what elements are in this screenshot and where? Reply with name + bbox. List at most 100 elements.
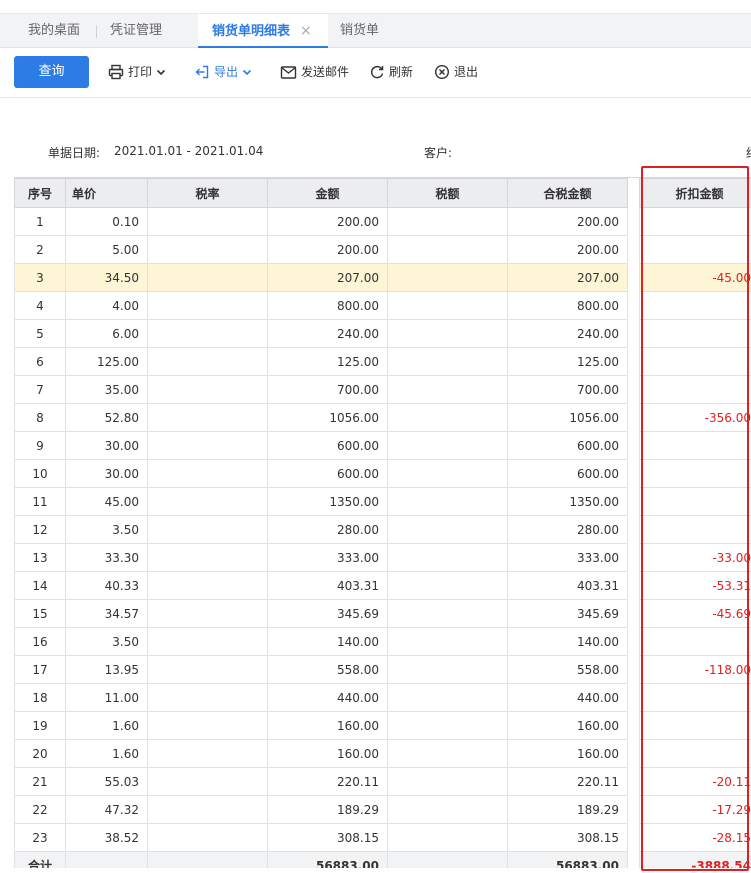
window-top-strip xyxy=(0,0,751,14)
table-row[interactable]: 1 0.10 200.00 200.00 xyxy=(14,207,751,236)
tax-rate-cell xyxy=(147,459,268,488)
exit-button[interactable]: 退出 xyxy=(434,56,478,88)
table-row[interactable]: 20 1.60 160.00 160.00 xyxy=(14,739,751,768)
tax-cell xyxy=(387,487,508,516)
send-email-button[interactable]: 发送邮件 xyxy=(280,56,349,88)
table-row[interactable]: 21 55.03 220.11 220.11 -20.11 xyxy=(14,767,751,796)
send-email-label: 发送邮件 xyxy=(301,65,350,79)
row-index: 6 xyxy=(14,347,66,376)
tax-rate-cell xyxy=(147,655,268,684)
table-row[interactable]: 8 52.80 1056.00 1056.00 -356.00 xyxy=(14,403,751,432)
table-row[interactable]: 9 30.00 600.00 600.00 xyxy=(14,431,751,460)
gap-cell xyxy=(627,235,640,264)
gap-cell xyxy=(627,823,640,852)
export-button[interactable]: 导出 xyxy=(194,56,257,88)
col-header-tax-rate[interactable]: 税率 xyxy=(147,178,268,208)
col-header-tax[interactable]: 税额 xyxy=(387,178,508,208)
tax-cell xyxy=(387,403,508,432)
col-header-total-with-tax[interactable]: 合税金额 xyxy=(507,178,628,208)
amount-cell: 125.00 xyxy=(267,347,388,376)
table-row[interactable]: 3 34.50 207.00 207.00 -45.00 xyxy=(14,263,751,292)
total-with-tax-cell: 240.00 xyxy=(507,319,628,348)
tab-voucher-management[interactable]: 凭证管理 xyxy=(96,14,176,48)
col-header-amount[interactable]: 金额 xyxy=(267,178,388,208)
close-icon[interactable]: × xyxy=(300,14,312,48)
table-row[interactable]: 7 35.00 700.00 700.00 xyxy=(14,375,751,404)
total-with-tax-cell: 1350.00 xyxy=(507,487,628,516)
table-row[interactable]: 22 47.32 189.29 189.29 -17.29 xyxy=(14,795,751,824)
table-row[interactable]: 15 34.57 345.69 345.69 -45.69 xyxy=(14,599,751,628)
total-with-tax-cell: 189.29 xyxy=(507,795,628,824)
gap-cell xyxy=(627,459,640,488)
row-index: 9 xyxy=(14,431,66,460)
chevron-down-icon xyxy=(242,69,252,76)
table-row[interactable]: 2 5.00 200.00 200.00 xyxy=(14,235,751,264)
unit-price-cell: 35.00 xyxy=(65,375,148,404)
table-row[interactable]: 17 13.95 558.00 558.00 -118.00 xyxy=(14,655,751,684)
unit-price-cell: 6.00 xyxy=(65,319,148,348)
unit-price-cell: 0.10 xyxy=(65,207,148,236)
unit-price-cell: 55.03 xyxy=(65,767,148,796)
col-header-discount[interactable]: 折扣金额 xyxy=(639,178,751,208)
table-row[interactable]: 16 3.50 140.00 140.00 xyxy=(14,627,751,656)
total-with-tax-cell: 800.00 xyxy=(507,291,628,320)
row-index: 23 xyxy=(14,823,66,852)
tax-rate-cell xyxy=(147,683,268,712)
refresh-button[interactable]: 刷新 xyxy=(369,56,413,88)
table-row[interactable]: 5 6.00 240.00 240.00 xyxy=(14,319,751,348)
total-with-tax-cell: 700.00 xyxy=(507,375,628,404)
row-index: 2 xyxy=(14,235,66,264)
discount-cell xyxy=(639,235,751,264)
query-button[interactable]: 查询 xyxy=(14,56,89,88)
tax-cell xyxy=(387,739,508,768)
tax-rate-cell xyxy=(147,235,268,264)
tab-sales-detail-label: 销货单明细表 xyxy=(212,24,291,39)
total-with-tax-cell: 308.15 xyxy=(507,823,628,852)
date-range-value[interactable]: 2021.01.01 - 2021.01.04 xyxy=(114,144,263,158)
table-bottom-gap xyxy=(14,868,751,873)
table-body: 1 0.10 200.00 200.00 2 5.00 200.00 200.00 3 34.50… xyxy=(14,207,751,852)
table-row[interactable]: 6 125.00 125.00 125.00 xyxy=(14,347,751,376)
tab-my-desktop[interactable]: 我的桌面 xyxy=(14,14,94,48)
unit-price-cell: 52.80 xyxy=(65,403,148,432)
table-row[interactable]: 23 38.52 308.15 308.15 -28.15 xyxy=(14,823,751,852)
col-header-unit-price[interactable]: 单价 xyxy=(65,178,148,208)
table-row[interactable]: 10 30.00 600.00 600.00 xyxy=(14,459,751,488)
gap-cell xyxy=(627,263,640,292)
amount-cell: 1350.00 xyxy=(267,487,388,516)
table-row[interactable]: 11 45.00 1350.00 1350.00 xyxy=(14,487,751,516)
table-row[interactable]: 14 40.33 403.31 403.31 -53.31 xyxy=(14,571,751,600)
footer-cell xyxy=(147,851,268,868)
filter-bar: 单据日期: 2021.01.01 - 2021.01.04 客户: 结 xyxy=(0,140,751,164)
table-row[interactable]: 13 33.30 333.00 333.00 -33.00 xyxy=(14,543,751,572)
discount-cell: -20.11 xyxy=(639,767,751,796)
table-row[interactable]: 18 11.00 440.00 440.00 xyxy=(14,683,751,712)
footer-total-with-tax: 56883.00 xyxy=(507,851,628,868)
total-with-tax-cell: 200.00 xyxy=(507,235,628,264)
table-row[interactable]: 4 4.00 800.00 800.00 xyxy=(14,291,751,320)
row-index: 3 xyxy=(14,263,66,292)
discount-cell xyxy=(639,431,751,460)
amount-cell: 189.29 xyxy=(267,795,388,824)
tab-sales-detail[interactable]: 销货单明细表 × xyxy=(198,14,328,48)
tax-rate-cell xyxy=(147,599,268,628)
amount-cell: 308.15 xyxy=(267,823,388,852)
total-with-tax-cell: 333.00 xyxy=(507,543,628,572)
print-button[interactable]: 打印 xyxy=(108,56,171,88)
unit-price-cell: 5.00 xyxy=(65,235,148,264)
tab-sales-order[interactable]: 销货单 xyxy=(326,14,393,48)
amount-cell: 558.00 xyxy=(267,655,388,684)
tax-rate-cell xyxy=(147,823,268,852)
table-row[interactable]: 12 3.50 280.00 280.00 xyxy=(14,515,751,544)
col-header-index[interactable]: 序号 xyxy=(14,178,66,208)
tax-rate-cell xyxy=(147,571,268,600)
tax-rate-cell xyxy=(147,207,268,236)
email-icon xyxy=(280,66,297,79)
row-index: 16 xyxy=(14,627,66,656)
tax-cell xyxy=(387,347,508,376)
unit-price-cell: 34.50 xyxy=(65,263,148,292)
export-icon xyxy=(195,65,209,79)
unit-price-cell: 33.30 xyxy=(65,543,148,572)
table-row[interactable]: 19 1.60 160.00 160.00 xyxy=(14,711,751,740)
detail-table-container[interactable]: 序号 单价 税率 金额 税额 合税金额 折扣金额 1 0.10 200.00 200.… xyxy=(14,177,751,868)
